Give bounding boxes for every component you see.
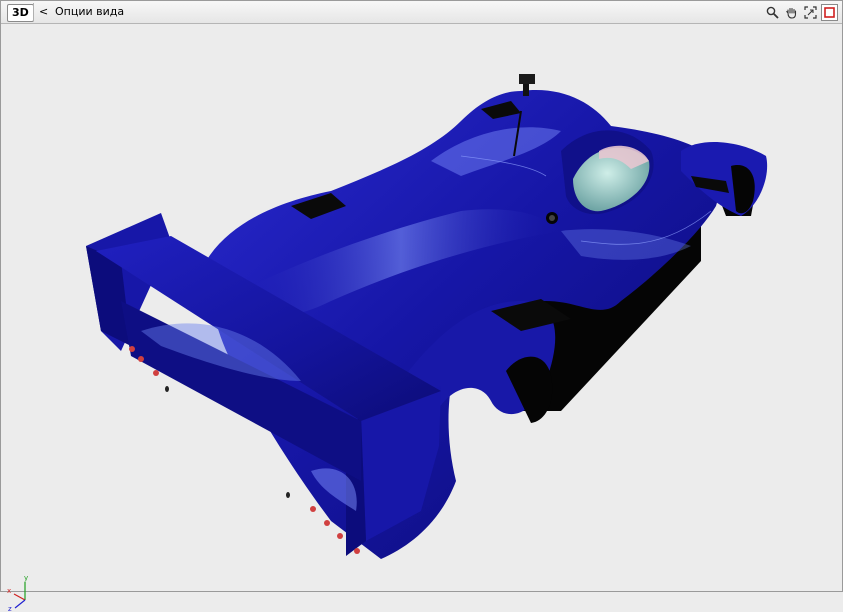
collapse-options-button[interactable]: < — [39, 5, 48, 19]
toolbar-tools — [764, 4, 838, 21]
toolbar-separator — [33, 3, 34, 21]
viewer-window: 3D < Опции вида y x z — [0, 0, 843, 612]
car-model — [86, 74, 768, 559]
zoom-extents-icon — [804, 6, 817, 19]
stop-button[interactable] — [821, 4, 838, 21]
axis-x-label: x — [7, 587, 11, 595]
3d-viewport[interactable]: y x z — [1, 24, 842, 612]
view-options-link[interactable]: Опции вида — [55, 5, 124, 19]
pan-tool-button[interactable] — [783, 4, 800, 21]
magnifier-icon — [766, 6, 779, 19]
axis-z-label: z — [8, 605, 12, 612]
axis-y-label: y — [24, 574, 28, 582]
stop-square-icon — [824, 7, 835, 18]
viewer-toolbar: 3D < Опции вида — [1, 1, 842, 24]
hand-pan-icon — [786, 7, 797, 19]
zoom-tool-button[interactable] — [764, 4, 781, 21]
zoom-extents-button[interactable] — [802, 4, 819, 21]
axis-triad: y x z — [7, 574, 28, 612]
mode-3d-badge[interactable]: 3D — [7, 4, 34, 22]
